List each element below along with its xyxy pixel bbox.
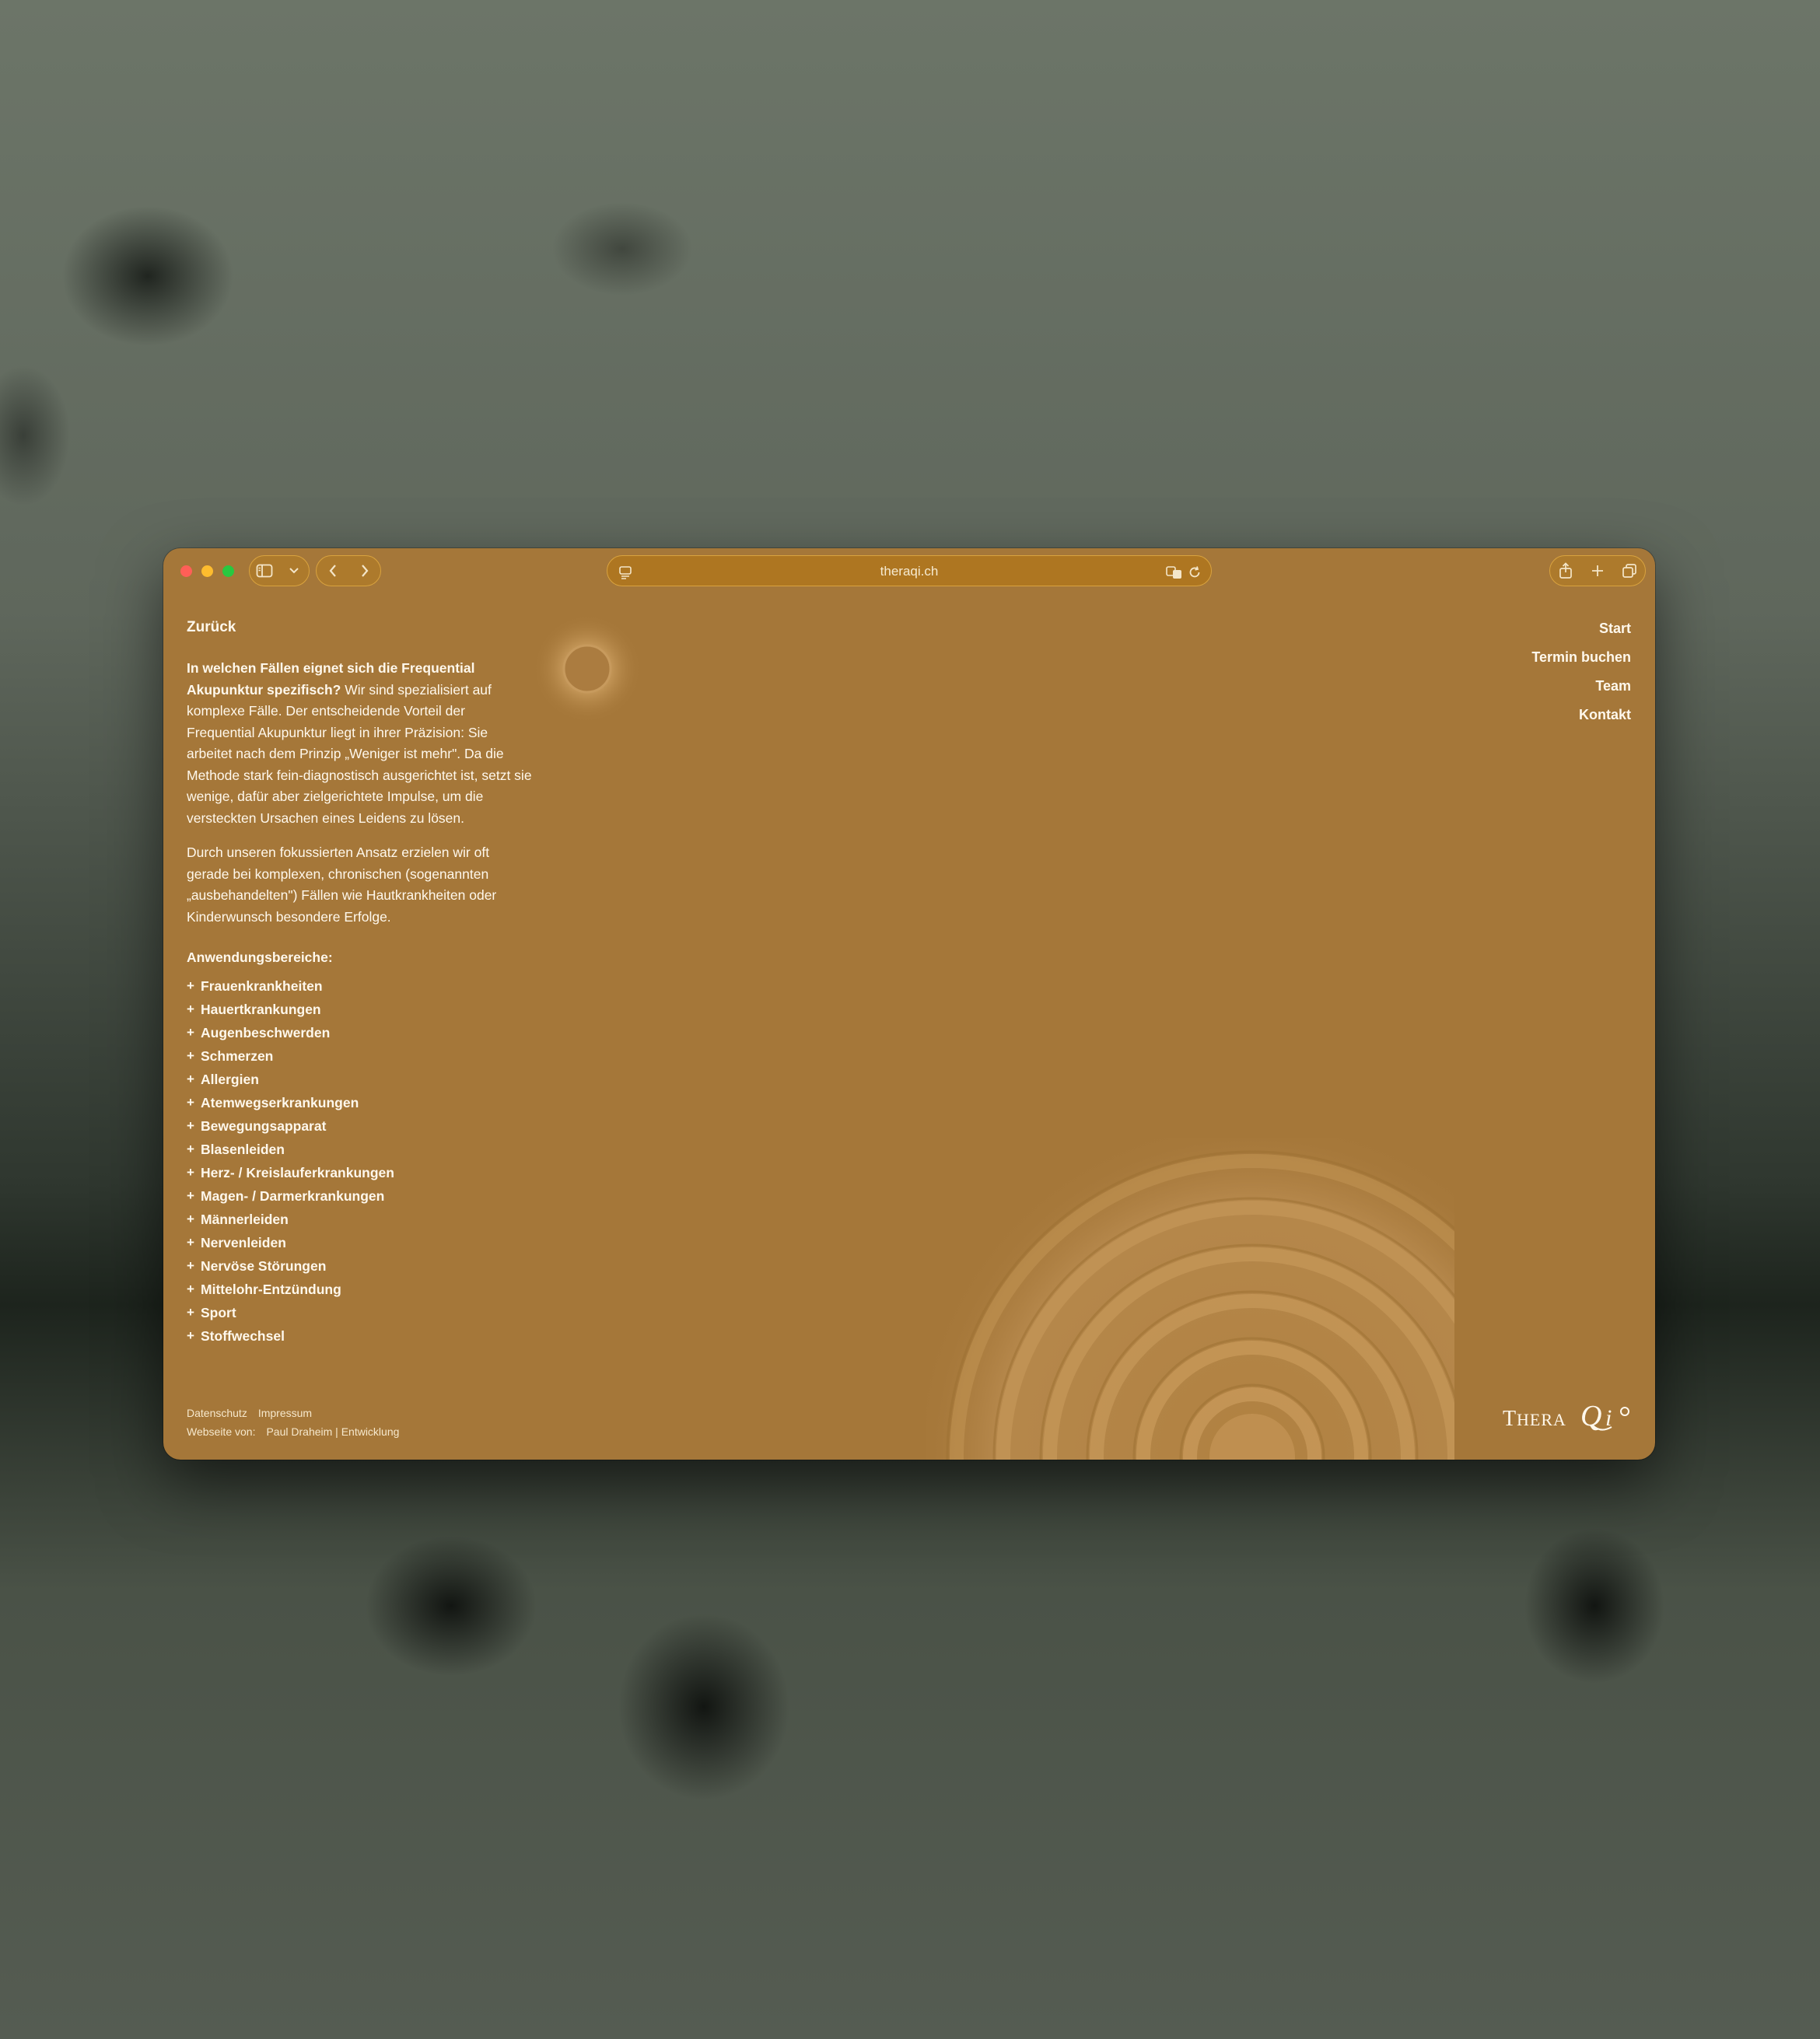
address-bar[interactable]: theraqi.ch bbox=[607, 555, 1212, 586]
main-nav: Start Termin buchen Team Kontakt bbox=[1531, 620, 1631, 735]
nav-team[interactable]: Team bbox=[1531, 677, 1631, 706]
theraqi-logo[interactable]: T HERA Q i bbox=[1501, 1391, 1633, 1438]
sidebar-icon[interactable] bbox=[253, 559, 276, 582]
area-item[interactable]: + Hauertkrankungen bbox=[187, 998, 533, 1021]
close-window-button[interactable] bbox=[180, 565, 192, 577]
tabs-overview-icon[interactable] bbox=[1618, 559, 1641, 582]
area-item[interactable]: + Sport bbox=[187, 1301, 533, 1324]
area-label: Bewegungsapparat bbox=[201, 1117, 327, 1134]
plus-icon: + bbox=[187, 1164, 194, 1180]
svg-text:T: T bbox=[1503, 1407, 1517, 1431]
reload-icon[interactable] bbox=[1183, 561, 1206, 584]
area-item[interactable]: + Schmerzen bbox=[187, 1044, 533, 1068]
window-actions-group bbox=[1549, 555, 1646, 586]
area-item[interactable]: + Männerleiden bbox=[187, 1208, 533, 1231]
ripple-decoration-large bbox=[926, 1138, 1454, 1460]
plus-icon: + bbox=[187, 1117, 194, 1133]
area-label: Mittelohr-Entzündung bbox=[201, 1281, 341, 1297]
svg-text:HERA: HERA bbox=[1517, 1410, 1566, 1429]
area-label: Stoffwechsel bbox=[201, 1327, 285, 1344]
plus-icon: + bbox=[187, 1281, 194, 1296]
area-label: Schmerzen bbox=[201, 1047, 274, 1064]
plus-icon: + bbox=[187, 1327, 194, 1343]
plus-icon: + bbox=[187, 1001, 194, 1016]
area-label: Atemwegserkrankungen bbox=[201, 1094, 359, 1110]
minimize-window-button[interactable] bbox=[201, 565, 213, 577]
back-arrow-icon[interactable] bbox=[321, 559, 345, 582]
sidebar-toggle-group bbox=[249, 555, 310, 586]
plus-icon: + bbox=[187, 1141, 194, 1156]
area-label: Frauenkrankheiten bbox=[201, 978, 323, 994]
area-label: Männerleiden bbox=[201, 1211, 289, 1227]
area-label: Hauertkrankungen bbox=[201, 1001, 321, 1017]
area-item[interactable]: + Allergien bbox=[187, 1068, 533, 1091]
area-label: Blasenleiden bbox=[201, 1141, 285, 1157]
plus-icon: + bbox=[187, 1304, 194, 1320]
plus-icon: + bbox=[187, 1047, 194, 1063]
plus-icon[interactable] bbox=[1586, 559, 1609, 582]
area-label: Magen- / Darmerkrankungen bbox=[201, 1187, 385, 1204]
browser-window: theraqi.ch Zurück In welchen Fällen eign… bbox=[163, 548, 1655, 1460]
area-label: Sport bbox=[201, 1304, 236, 1320]
intro-text: Wir sind spezialisiert auf komplexe Fäll… bbox=[187, 681, 532, 826]
browser-toolbar: theraqi.ch bbox=[163, 548, 1655, 593]
url-text[interactable]: theraqi.ch bbox=[607, 564, 1211, 579]
plus-icon: + bbox=[187, 1234, 194, 1250]
forward-arrow-icon[interactable] bbox=[353, 559, 376, 582]
area-item[interactable]: + Frauenkrankheiten bbox=[187, 974, 533, 998]
area-label: Augenbeschwerden bbox=[201, 1024, 331, 1040]
plus-icon: + bbox=[187, 1071, 194, 1086]
areas-list: + Frauenkrankheiten + Hauertkrankungen + Au… bbox=[187, 974, 533, 1348]
plus-icon: + bbox=[187, 1211, 194, 1226]
nav-termin-buchen[interactable]: Termin buchen bbox=[1531, 649, 1631, 677]
area-label: Allergien bbox=[201, 1071, 259, 1087]
history-navigation-group bbox=[316, 555, 381, 586]
ripple-decoration-small bbox=[533, 614, 642, 723]
credit-link[interactable]: Paul Draheim | Entwicklung bbox=[266, 1425, 399, 1438]
zoom-window-button[interactable] bbox=[222, 565, 234, 577]
share-icon[interactable] bbox=[1554, 559, 1577, 582]
area-item[interactable]: + Stoffwechsel bbox=[187, 1324, 533, 1348]
content-column: In welchen Fällen eignet sich die Freque… bbox=[187, 658, 533, 1348]
plus-icon: + bbox=[187, 1257, 194, 1273]
nav-kontakt[interactable]: Kontakt bbox=[1531, 706, 1631, 735]
plus-icon: + bbox=[187, 1094, 194, 1110]
area-item[interactable]: + Magen- / Darmerkrankungen bbox=[187, 1184, 533, 1208]
area-label: Nervöse Störungen bbox=[201, 1257, 327, 1274]
area-item[interactable]: + Augenbeschwerden bbox=[187, 1021, 533, 1044]
plus-icon: + bbox=[187, 1187, 194, 1203]
area-item[interactable]: + Mittelohr-Entzündung bbox=[187, 1278, 533, 1301]
paragraph-two: Durch unseren fokussierten Ansatz erziel… bbox=[187, 845, 497, 925]
footer: Datenschutz Impressum Webseite von: Paul D… bbox=[187, 1404, 410, 1441]
imprint-link[interactable]: Impressum bbox=[258, 1407, 312, 1419]
area-label: Herz- / Kreislauferkrankungen bbox=[201, 1164, 394, 1180]
area-item[interactable]: + Nervöse Störungen bbox=[187, 1254, 533, 1278]
credit-label: Webseite von: bbox=[187, 1425, 256, 1438]
back-link[interactable]: Zurück bbox=[187, 619, 236, 636]
plus-icon: + bbox=[187, 1024, 194, 1040]
area-label: Nervenleiden bbox=[201, 1234, 286, 1250]
privacy-link[interactable]: Datenschutz bbox=[187, 1407, 247, 1419]
svg-text:Q: Q bbox=[1580, 1400, 1601, 1432]
area-item[interactable]: + Atemwegserkrankungen bbox=[187, 1091, 533, 1114]
nav-start[interactable]: Start bbox=[1531, 620, 1631, 649]
area-item[interactable]: + Nervenleiden bbox=[187, 1231, 533, 1254]
area-item[interactable]: + Bewegungsapparat bbox=[187, 1114, 533, 1138]
area-item[interactable]: + Herz- / Kreislauferkrankungen bbox=[187, 1161, 533, 1184]
chevron-down-icon[interactable] bbox=[282, 559, 306, 582]
areas-title: Anwendungsbereiche: bbox=[187, 950, 333, 965]
page-content: Zurück In welchen Fällen eignet sich die… bbox=[163, 593, 1655, 1460]
plus-icon: + bbox=[187, 978, 194, 993]
intro-paragraph: In welchen Fällen eignet sich die Freque… bbox=[187, 658, 533, 829]
area-item[interactable]: + Blasenleiden bbox=[187, 1138, 533, 1161]
